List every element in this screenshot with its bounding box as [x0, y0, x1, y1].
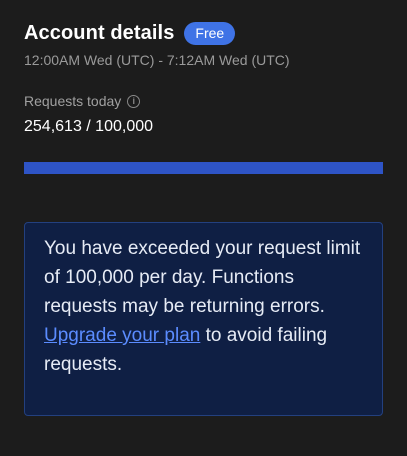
- requests-progress-bar: [24, 162, 383, 174]
- limit-exceeded-alert: You have exceeded your request limit of …: [24, 222, 383, 416]
- requests-value: 254,613 / 100,000: [24, 118, 154, 135]
- upgrade-plan-link[interactable]: Upgrade your plan: [44, 325, 200, 346]
- header: Account details Free: [24, 22, 236, 45]
- requests-progress-fill: [24, 162, 383, 174]
- alert-message: You have exceeded your request limit of …: [44, 238, 361, 317]
- info-icon[interactable]: i: [127, 94, 141, 108]
- requests-label: Requests today: [24, 93, 122, 109]
- plan-badge: Free: [184, 22, 236, 45]
- page-title: Account details: [24, 22, 175, 44]
- requests-label-row: Requests today i: [24, 93, 141, 109]
- time-range: 12:00AM Wed (UTC) - 7:12AM Wed (UTC): [24, 52, 290, 68]
